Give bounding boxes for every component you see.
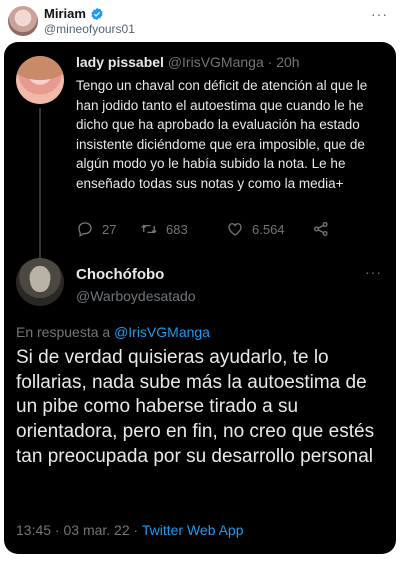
reply-prefix: En respuesta a (16, 324, 115, 340)
share-icon (314, 222, 328, 236)
main-tweet-text: Si de verdad quisieras ayudarlo, te lo f… (16, 347, 375, 467)
replied-tweet-time[interactable]: 20h (276, 54, 299, 70)
tweet-timestamp[interactable]: 13:45 · 03 mar. 22 · (16, 522, 142, 538)
outer-tweet-header: Miriam @mineofyours01 ··· (0, 0, 400, 42)
author-name-row[interactable]: Miriam (44, 6, 104, 21)
separator-dot: · (263, 54, 277, 70)
author-name[interactable]: Miriam (44, 6, 86, 21)
more-horizontal-icon[interactable]: ··· (371, 6, 388, 22)
retweet-action[interactable]: 683 (140, 220, 226, 238)
author-handle[interactable]: @mineofyours01 (44, 22, 135, 36)
reply-count: 27 (102, 221, 117, 237)
verified-badge-icon (91, 7, 103, 20)
avatar[interactable] (16, 258, 64, 306)
replied-tweet-text: Tengo un chaval con déficit de atención … (76, 78, 368, 191)
more-horizontal-icon[interactable]: ··· (365, 264, 382, 280)
main-author-name[interactable]: Chochófobo (76, 266, 164, 283)
replied-tweet-header: lady pissabel @IrisVGManga · 20h (76, 54, 300, 70)
thread-connector (39, 108, 41, 262)
like-action[interactable]: 6.564 (226, 220, 312, 238)
tweet-actions-bar: 27 683 6.564 (76, 218, 376, 240)
tweet-source-link[interactable]: Twitter Web App (142, 522, 244, 538)
like-count: 6.564 (252, 221, 285, 237)
reply-to-link[interactable]: @IrisVGManga (114, 324, 210, 340)
replied-author-handle[interactable]: @IrisVGManga (168, 54, 264, 70)
tweet-screenshot-card: lady pissabel @IrisVGManga · 20h Tengo u… (4, 42, 396, 554)
retweet-icon (141, 224, 157, 234)
share-action[interactable] (312, 220, 330, 238)
avatar[interactable] (16, 56, 64, 104)
heart-icon (228, 223, 242, 236)
main-author-handle[interactable]: @Warboydesatado (76, 288, 196, 304)
tweet-timestamp-row: 13:45 · 03 mar. 22 · Twitter Web App (16, 522, 244, 538)
reply-icon (78, 222, 92, 238)
replied-author-name[interactable]: lady pissabel (76, 54, 164, 70)
avatar[interactable] (8, 6, 38, 36)
reply-action[interactable]: 27 (76, 220, 140, 238)
in-reply-to: En respuesta a @IrisVGManga (16, 324, 210, 340)
retweet-count: 683 (166, 221, 188, 237)
